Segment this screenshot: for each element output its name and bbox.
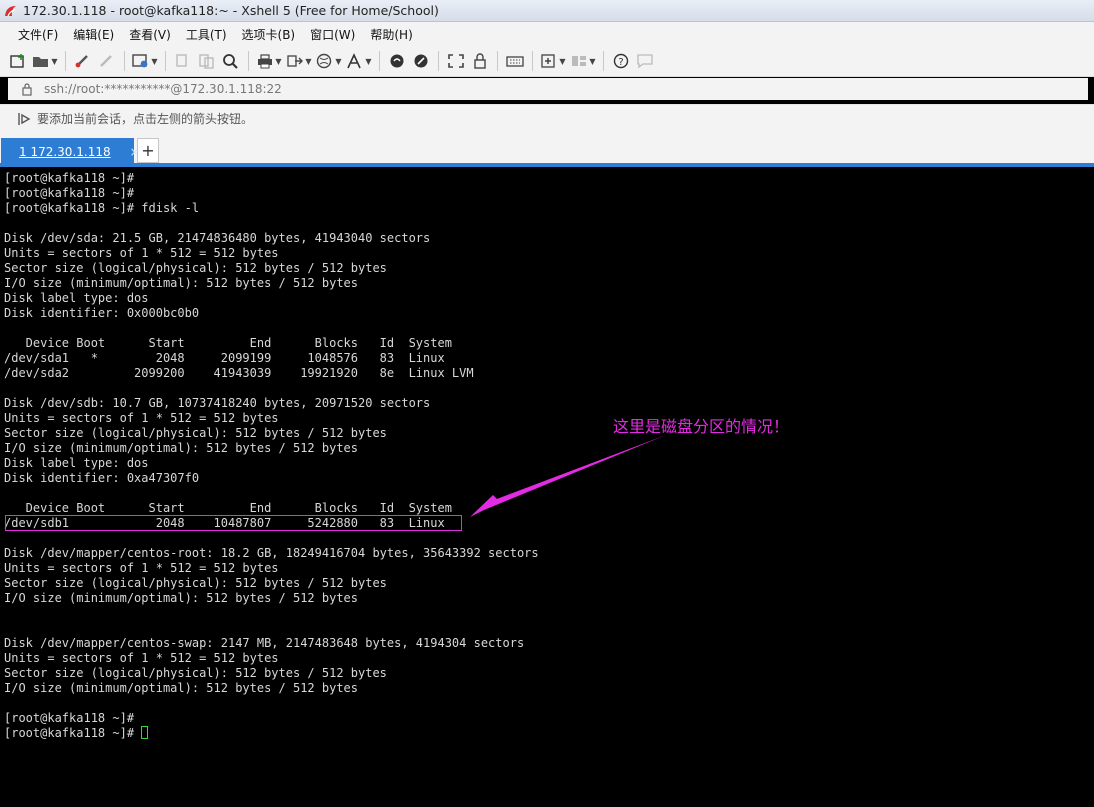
fullscreen-icon [448, 54, 464, 68]
toolbar-separator [438, 51, 439, 71]
fullscreen-button[interactable] [444, 49, 468, 73]
paste-icon [199, 54, 214, 69]
new-session-icon [10, 54, 24, 68]
window-title: 172.30.1.118 - root@kafka118:~ - Xshell … [23, 3, 439, 18]
toolbar-separator [248, 51, 249, 71]
copy-button[interactable] [171, 49, 195, 73]
add-button[interactable]: ▼ [538, 49, 568, 73]
properties-icon [132, 54, 148, 68]
disconnect-icon [100, 55, 112, 67]
print-button[interactable]: ▼ [254, 49, 284, 73]
font-icon [347, 53, 362, 69]
hint-text: 要添加当前会话，点击左侧的箭头按钮。 [37, 112, 254, 126]
address-text[interactable]: ssh://root:***********@172.30.1.118:22 [44, 82, 282, 96]
menu-window[interactable]: 窗口(W) [310, 26, 355, 43]
help-button[interactable]: ? [609, 49, 633, 73]
connect-button[interactable] [71, 49, 95, 73]
new-tab-button[interactable]: + [137, 138, 159, 163]
xshell-icon [414, 54, 428, 68]
toolbar-separator [532, 51, 533, 71]
menu-help[interactable]: 帮助(H) [370, 26, 412, 43]
open-folder-icon [33, 57, 49, 67]
connect-icon [75, 55, 88, 68]
find-button[interactable] [219, 49, 243, 73]
xshell-logo-icon [5, 5, 16, 16]
menu-tabs[interactable]: 选项卡(B) [242, 26, 296, 43]
terminal[interactable]: [root@kafka118 ~]# [root@kafka118 ~]# [r… [0, 167, 1094, 807]
add-icon [541, 54, 556, 68]
menu-file[interactable]: 文件(F) [18, 26, 58, 43]
transfer-icon [287, 55, 304, 67]
help-icon: ? [613, 53, 629, 69]
chat-button[interactable] [633, 49, 657, 73]
toolbar-separator [379, 51, 380, 71]
copy-icon [176, 54, 187, 67]
new-session-button[interactable] [6, 49, 30, 73]
title-bar: 172.30.1.118 - root@kafka118:~ - Xshell … [0, 0, 1094, 22]
menu-edit[interactable]: 编辑(E) [73, 26, 114, 43]
address-bar[interactable]: ssh://root:***********@172.30.1.118:22 [8, 78, 1088, 100]
xftp-icon [390, 54, 404, 68]
menu-tools[interactable]: 工具(T) [186, 26, 227, 43]
hint-bar: 要添加当前会话，点击左侧的箭头按钮。 [0, 104, 1094, 132]
arrow-icon[interactable] [17, 111, 31, 127]
toolbar-separator [124, 51, 125, 71]
lock-button[interactable] [468, 49, 492, 73]
toolbar-separator [165, 51, 166, 71]
menu-bar: 文件(F) 编辑(E) 查看(V) 工具(T) 选项卡(B) 窗口(W) 帮助(… [0, 22, 1094, 46]
toolbar: ▼ ▼ ▼ ▼ ▼ ▼ ▼ ▼ ? [0, 46, 1094, 77]
globe-icon [317, 53, 332, 69]
menu-view[interactable]: 查看(V) [129, 26, 171, 43]
session-tab[interactable]: 1 172.30.1.118 × [1, 138, 140, 165]
lock-icon [22, 83, 32, 96]
toolbar-separator [497, 51, 498, 71]
print-icon [258, 54, 273, 69]
paste-button[interactable] [195, 49, 219, 73]
tab-strip: 1 172.30.1.118 × + [0, 132, 1094, 167]
tab-label[interactable]: 1 172.30.1.118 [19, 145, 111, 159]
keyboard-icon [506, 56, 524, 67]
lock-icon [474, 53, 486, 69]
disconnect-button[interactable] [95, 49, 119, 73]
search-icon [223, 54, 238, 69]
svg-text:?: ? [618, 57, 623, 68]
toolbar-separator [65, 51, 66, 71]
open-button[interactable]: ▼ [30, 49, 60, 73]
layout-icon [572, 56, 587, 66]
annotation-arrow-icon [470, 435, 666, 517]
toolbar-separator [603, 51, 604, 71]
font-button[interactable]: ▼ [344, 49, 374, 73]
layout-button[interactable]: ▼ [568, 49, 598, 73]
xshell-button[interactable] [409, 49, 433, 73]
chat-icon [637, 54, 653, 69]
globe-button[interactable]: ▼ [314, 49, 344, 73]
xftp-button[interactable] [385, 49, 409, 73]
properties-button[interactable]: ▼ [130, 49, 160, 73]
keyboard-button[interactable] [503, 49, 527, 73]
transfer-button[interactable]: ▼ [284, 49, 314, 73]
